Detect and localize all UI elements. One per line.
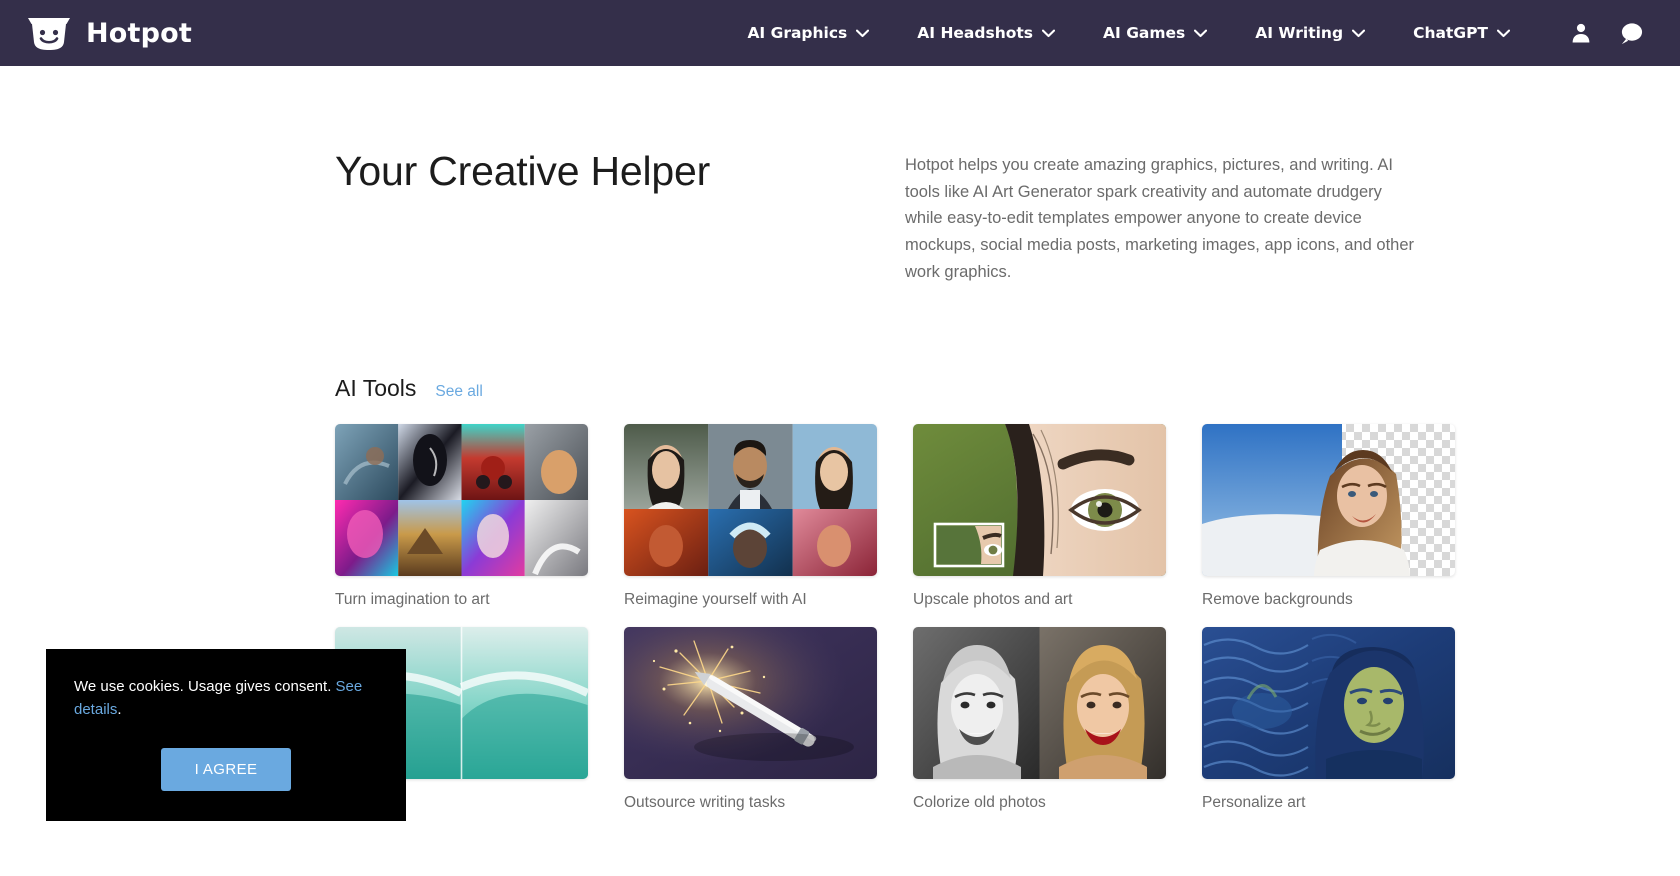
upscale-eye-closeup-thumbnail	[913, 423, 1166, 576]
nav-item-label: AI Games	[1103, 24, 1186, 42]
tool-card-colorize[interactable]: Colorize old photos	[913, 626, 1166, 813]
chat-bubble-icon[interactable]	[1618, 20, 1644, 46]
nav-item-ai-graphics[interactable]: AI Graphics	[723, 14, 893, 52]
tool-caption: Reimagine yourself with AI	[624, 590, 807, 608]
section-title: AI Tools	[335, 374, 417, 401]
hero-description: Hotpot helps you create amazing graphics…	[905, 156, 1415, 281]
tool-card-personalize-art[interactable]: Personalize art	[1202, 626, 1455, 813]
hotpot-smiley-logo-icon	[26, 15, 72, 51]
tool-card-remove-background[interactable]: Remove backgrounds	[1202, 423, 1455, 610]
nav-item-label: AI Headshots	[917, 24, 1034, 42]
nav-item-ai-headshots[interactable]: AI Headshots	[893, 14, 1079, 52]
ai-tools-grid: Turn imagination to art Reimagine yourse…	[335, 423, 1455, 813]
headshots-grid-thumbnail	[624, 423, 877, 576]
top-navigation-bar: Hotpot AI Graphics AI Headshots AI Games…	[0, 0, 1680, 66]
page-title: Your Creative Helper	[335, 148, 711, 194]
style-transfer-mona-lisa-thumbnail	[1202, 626, 1455, 779]
chevron-down-icon	[1042, 29, 1056, 38]
nav-item-label: AI Graphics	[747, 24, 848, 42]
hero-right-column: Hotpot helps you create amazing graphics…	[905, 144, 1420, 286]
hero-section: Your Creative Helper Hotpot helps you cr…	[120, 66, 1560, 286]
brand-name: Hotpot	[86, 17, 193, 49]
background-remove-checker-thumbnail	[1202, 423, 1455, 576]
tool-caption: Turn imagination to art	[335, 590, 490, 608]
tool-caption: Remove backgrounds	[1202, 590, 1353, 608]
chevron-down-icon	[1497, 29, 1510, 38]
nav-item-ai-writing[interactable]: AI Writing	[1231, 14, 1389, 52]
cookie-message-period: .	[117, 700, 122, 718]
nav-item-label: AI Writing	[1255, 24, 1344, 42]
chevron-down-icon	[856, 29, 870, 38]
tool-caption: Upscale photos and art	[913, 590, 1073, 608]
tool-card-upscale[interactable]: Upscale photos and art	[913, 423, 1166, 610]
page-body: Your Creative Helper Hotpot helps you cr…	[0, 66, 1680, 876]
ai-art-grid-thumbnail	[335, 423, 588, 576]
cookie-consent-banner: We use cookies. Usage gives consent. See…	[46, 649, 406, 821]
tool-card-ai-writing[interactable]: Outsource writing tasks	[624, 626, 877, 813]
writing-sparkler-pen-thumbnail	[624, 626, 877, 779]
cookie-message: We use cookies. Usage gives consent. See…	[74, 676, 378, 722]
nav-item-label: ChatGPT	[1413, 24, 1488, 42]
nav-icon-group	[1568, 20, 1644, 46]
see-all-link[interactable]: See all	[435, 383, 482, 401]
tool-caption: Personalize art	[1202, 793, 1306, 811]
i-agree-button[interactable]: I AGREE	[160, 747, 292, 791]
cookie-message-text: We use cookies. Usage gives consent.	[74, 678, 336, 695]
account-person-icon[interactable]	[1568, 20, 1594, 46]
colorize-portrait-thumbnail	[913, 626, 1166, 779]
tool-caption: Colorize old photos	[913, 793, 1046, 811]
main-menu: AI Graphics AI Headshots AI Games AI Wri…	[723, 14, 1534, 52]
tool-card-ai-headshots[interactable]: Reimagine yourself with AI	[624, 423, 877, 610]
hero-left-column: Your Creative Helper	[335, 144, 905, 286]
tool-caption: Outsource writing tasks	[624, 793, 786, 811]
cookie-button-row: I AGREE	[74, 747, 378, 791]
nav-item-chatgpt[interactable]: ChatGPT	[1389, 14, 1534, 52]
ai-tools-header: AI Tools See all	[335, 375, 1420, 402]
nav-item-ai-games[interactable]: AI Games	[1079, 14, 1231, 52]
chevron-down-icon	[1194, 29, 1208, 38]
brand-logo-link[interactable]: Hotpot	[26, 15, 192, 51]
chevron-down-icon	[1352, 29, 1366, 38]
tool-card-ai-art[interactable]: Turn imagination to art	[335, 423, 588, 610]
